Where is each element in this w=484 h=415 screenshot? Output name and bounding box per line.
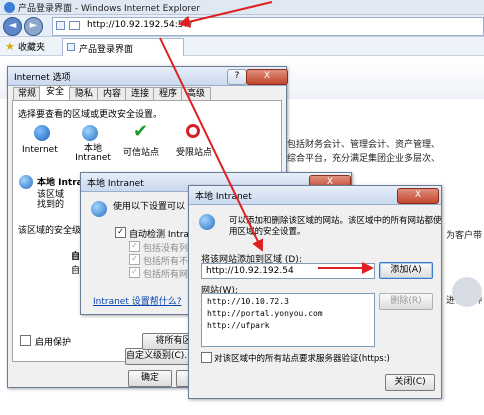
arrow-to-input xyxy=(159,37,264,252)
arrow-to-address xyxy=(178,1,273,28)
annotation-arrows xyxy=(159,1,374,274)
